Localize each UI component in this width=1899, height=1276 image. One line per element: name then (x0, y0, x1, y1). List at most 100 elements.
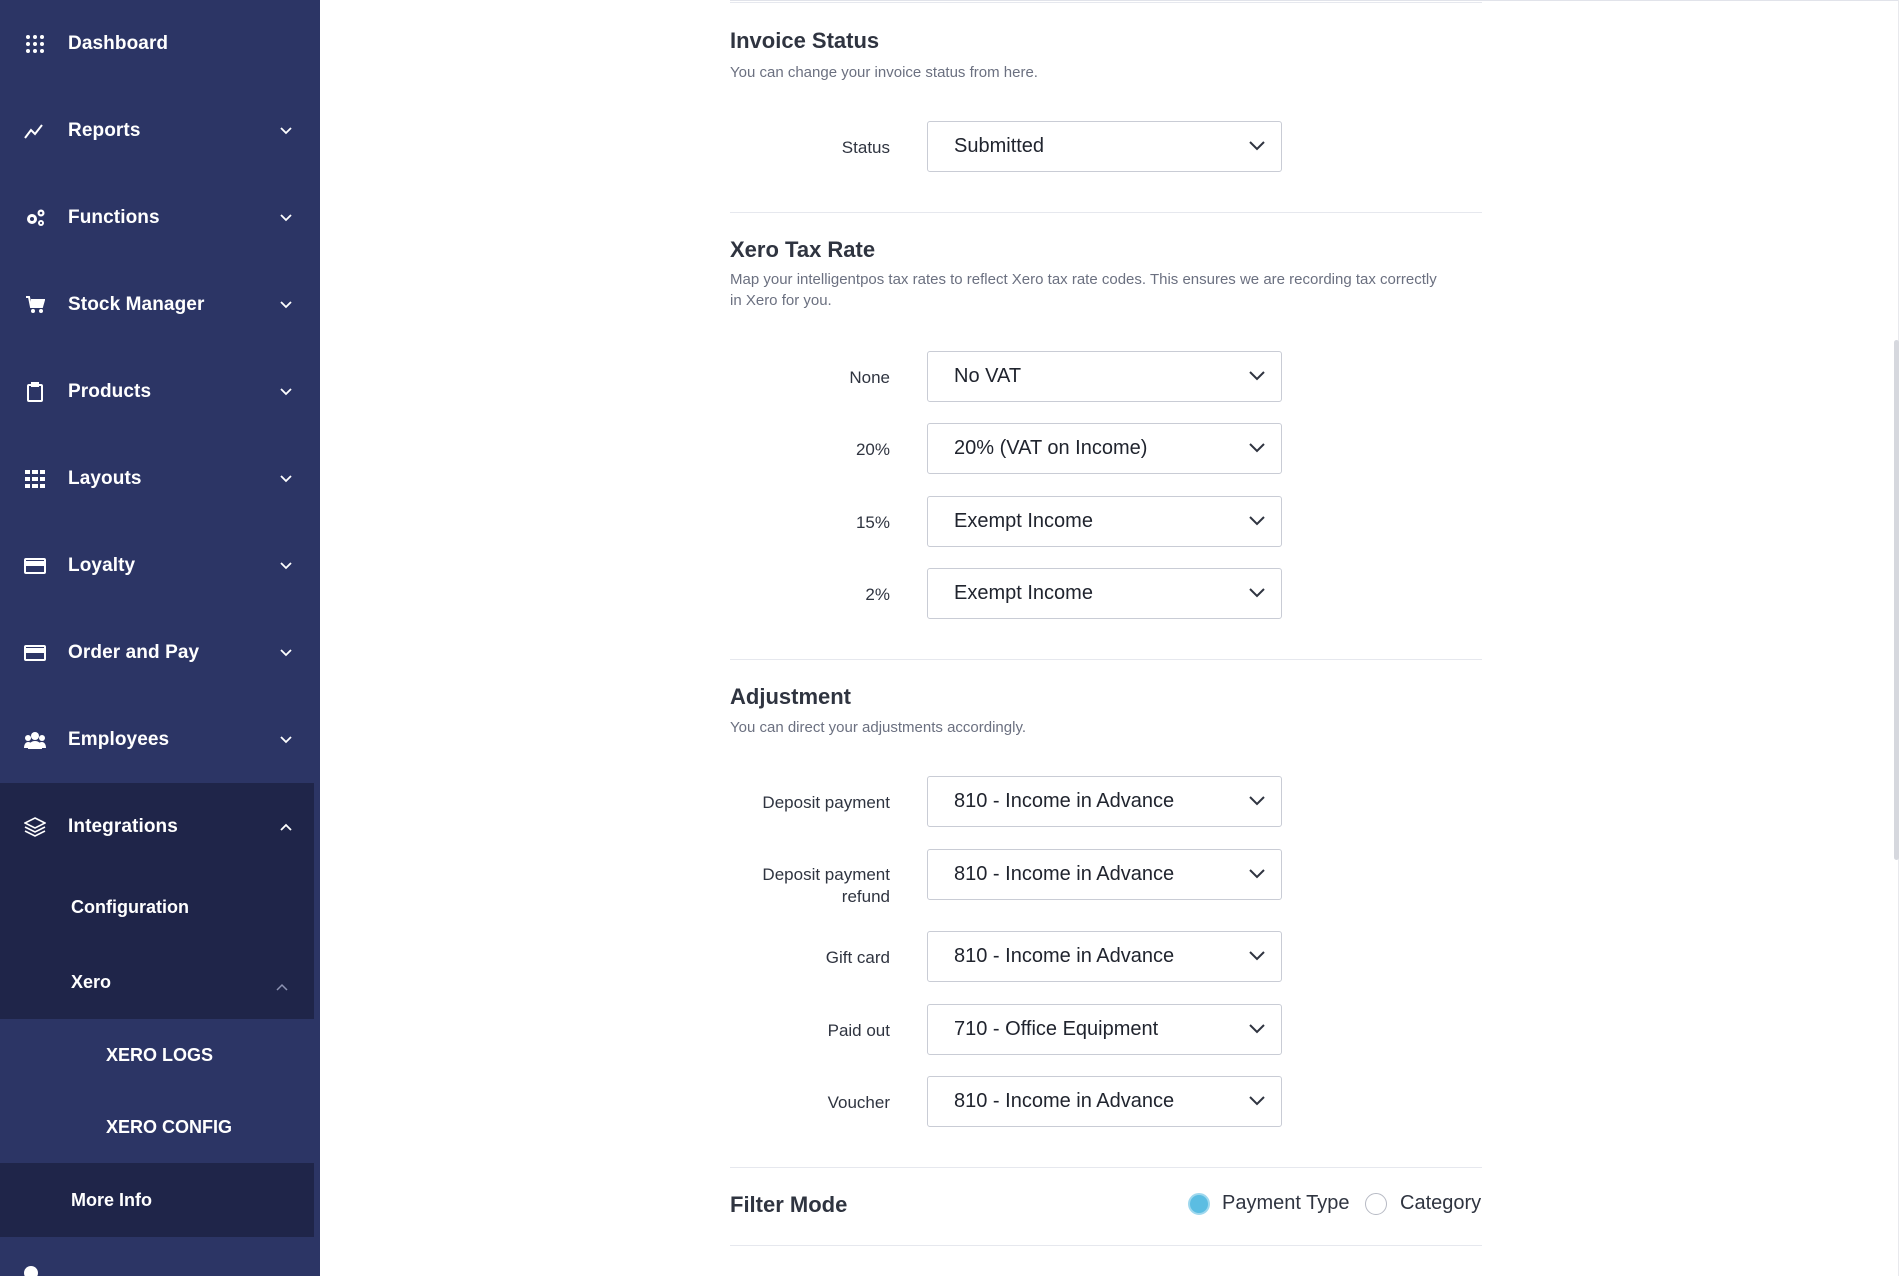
card-icon (24, 555, 46, 577)
section-description: You can direct your adjustments accordin… (730, 719, 1026, 736)
status-select[interactable]: Submitted (927, 121, 1282, 172)
chevron-down-icon (1249, 869, 1265, 879)
voucher-select[interactable]: 810 - Income in Advance (927, 1076, 1282, 1127)
section-divider (730, 659, 1482, 660)
users-icon (24, 729, 46, 751)
tax-rate-select-20[interactable]: 20% (VAT on Income) (927, 423, 1282, 474)
sidebar-item-functions[interactable]: Functions (0, 174, 320, 261)
field-label: Deposit payment (762, 793, 890, 812)
chevron-down-icon (278, 123, 294, 139)
sidebar-item-label: Employees (68, 728, 170, 750)
filter-mode-title: Filter Mode (730, 1192, 848, 1217)
section-title: Invoice Status (730, 28, 880, 53)
chevron-down-icon (1249, 443, 1265, 453)
chevron-down-icon (278, 645, 294, 661)
field-label: 20% (855, 440, 890, 459)
chevron-up-icon (278, 819, 294, 835)
section-divider (730, 1167, 1482, 1168)
select-value: Exempt Income (954, 582, 1093, 604)
sidebar-subitem-xero-config[interactable]: XERO CONFIG (0, 1091, 314, 1163)
grid-dots-icon (24, 33, 46, 55)
select-value: 810 - Income in Advance (954, 790, 1175, 812)
gears-icon (24, 207, 46, 229)
radio-label-category[interactable]: Category (1400, 1192, 1481, 1215)
sidebar-item-label: Products (68, 380, 152, 402)
sidebar: Dashboard Reports Functions Stock Manage… (0, 0, 320, 1276)
user-icon (24, 1266, 38, 1276)
section-title: Adjustment (730, 684, 851, 709)
grid-icon (24, 468, 46, 490)
sidebar-subitem-configuration[interactable]: Configuration (0, 870, 314, 945)
paid-out-select[interactable]: 710 - Office Equipment (927, 1004, 1282, 1055)
section-description: Map your intelligentpos tax rates to ref… (730, 271, 1437, 309)
sidebar-item-integrations[interactable]: Integrations (0, 783, 314, 870)
chevron-down-icon (1249, 371, 1265, 381)
section-title: Xero Tax Rate (730, 237, 876, 262)
sidebar-item-products[interactable]: Products (0, 348, 320, 435)
field-label: Paid out (827, 1021, 890, 1040)
chevron-down-icon (1249, 141, 1265, 151)
clipboard-icon (24, 381, 46, 403)
top-divider (730, 0, 1899, 1)
section-description: You can change your invoice status from … (730, 64, 1038, 81)
sidebar-item-reports[interactable]: Reports (0, 87, 320, 174)
tax-rate-select-none[interactable]: No VAT (927, 351, 1282, 402)
sidebar-subitem-more-info[interactable]: More Info (0, 1163, 314, 1237)
next-section-title-clipped (730, 1268, 790, 1276)
chart-line-icon (24, 120, 46, 142)
deposit-payment-refund-select[interactable]: 810 - Income in Advance (927, 849, 1282, 900)
chevron-down-icon (278, 297, 294, 313)
sidebar-item-label: Integrations (68, 815, 178, 837)
sidebar-subitem-label: XERO LOGS (106, 1044, 214, 1065)
sidebar-item-label: Stock Manager (68, 293, 205, 315)
field-label: None (849, 368, 890, 387)
radio-payment-type[interactable] (1188, 1193, 1210, 1215)
chevron-down-icon (1249, 1024, 1265, 1034)
sidebar-subitem-label: More Info (71, 1189, 152, 1210)
sidebar-item-dashboard[interactable]: Dashboard (0, 0, 320, 87)
section-divider (730, 2, 1482, 3)
sidebar-item-employees[interactable]: Employees (0, 696, 320, 783)
sidebar-subitem-label: Configuration (71, 897, 189, 917)
chevron-down-icon (278, 558, 294, 574)
sidebar-item-label: Dashboard (68, 32, 169, 54)
scrollbar-thumb[interactable] (1894, 340, 1899, 860)
chevron-down-icon (1249, 951, 1265, 961)
radio-label-payment-type[interactable]: Payment Type (1222, 1192, 1349, 1215)
sidebar-subitem-xero[interactable]: Xero (0, 945, 314, 1019)
sidebar-item-label: Order and Pay (68, 641, 200, 663)
select-value: Exempt Income (954, 510, 1093, 532)
select-value: Submitted (954, 135, 1045, 157)
section-divider (730, 212, 1482, 213)
deposit-payment-select[interactable]: 810 - Income in Advance (927, 776, 1282, 827)
field-label: 2% (865, 585, 890, 604)
select-value: 810 - Income in Advance (954, 863, 1175, 885)
select-value: 810 - Income in Advance (954, 945, 1175, 967)
radio-category[interactable] (1365, 1193, 1387, 1215)
sidebar-item-layouts[interactable]: Layouts (0, 435, 320, 522)
section-divider (730, 1245, 1482, 1246)
select-value: 20% (VAT on Income) (954, 437, 1148, 459)
field-label: 15% (855, 513, 890, 532)
chevron-down-icon (278, 471, 294, 487)
tax-rate-select-15[interactable]: Exempt Income (927, 496, 1282, 547)
select-value: 710 - Office Equipment (954, 1018, 1159, 1040)
sidebar-item-label: Reports (68, 119, 141, 141)
field-label: Deposit payment refund (762, 865, 890, 906)
sidebar-subitem-xero-logs[interactable]: XERO LOGS (0, 1019, 314, 1091)
sidebar-subitem-label: XERO CONFIG (106, 1116, 233, 1137)
sidebar-item-loyalty[interactable]: Loyalty (0, 522, 320, 609)
chevron-down-icon (1249, 588, 1265, 598)
gift-card-select[interactable]: 810 - Income in Advance (927, 931, 1282, 982)
sidebar-item-stock-manager[interactable]: Stock Manager (0, 261, 320, 348)
sidebar-item-order-and-pay[interactable]: Order and Pay (0, 609, 320, 696)
chevron-down-icon (278, 732, 294, 748)
tax-rate-select-2[interactable]: Exempt Income (927, 568, 1282, 619)
field-label: Voucher (827, 1093, 890, 1112)
chevron-down-icon (278, 210, 294, 226)
chevron-down-icon (1249, 1096, 1265, 1106)
chevron-down-icon (1249, 516, 1265, 526)
field-label: Gift card (825, 948, 890, 967)
chevron-up-icon (276, 975, 288, 996)
sidebar-item-label: Layouts (68, 467, 142, 489)
